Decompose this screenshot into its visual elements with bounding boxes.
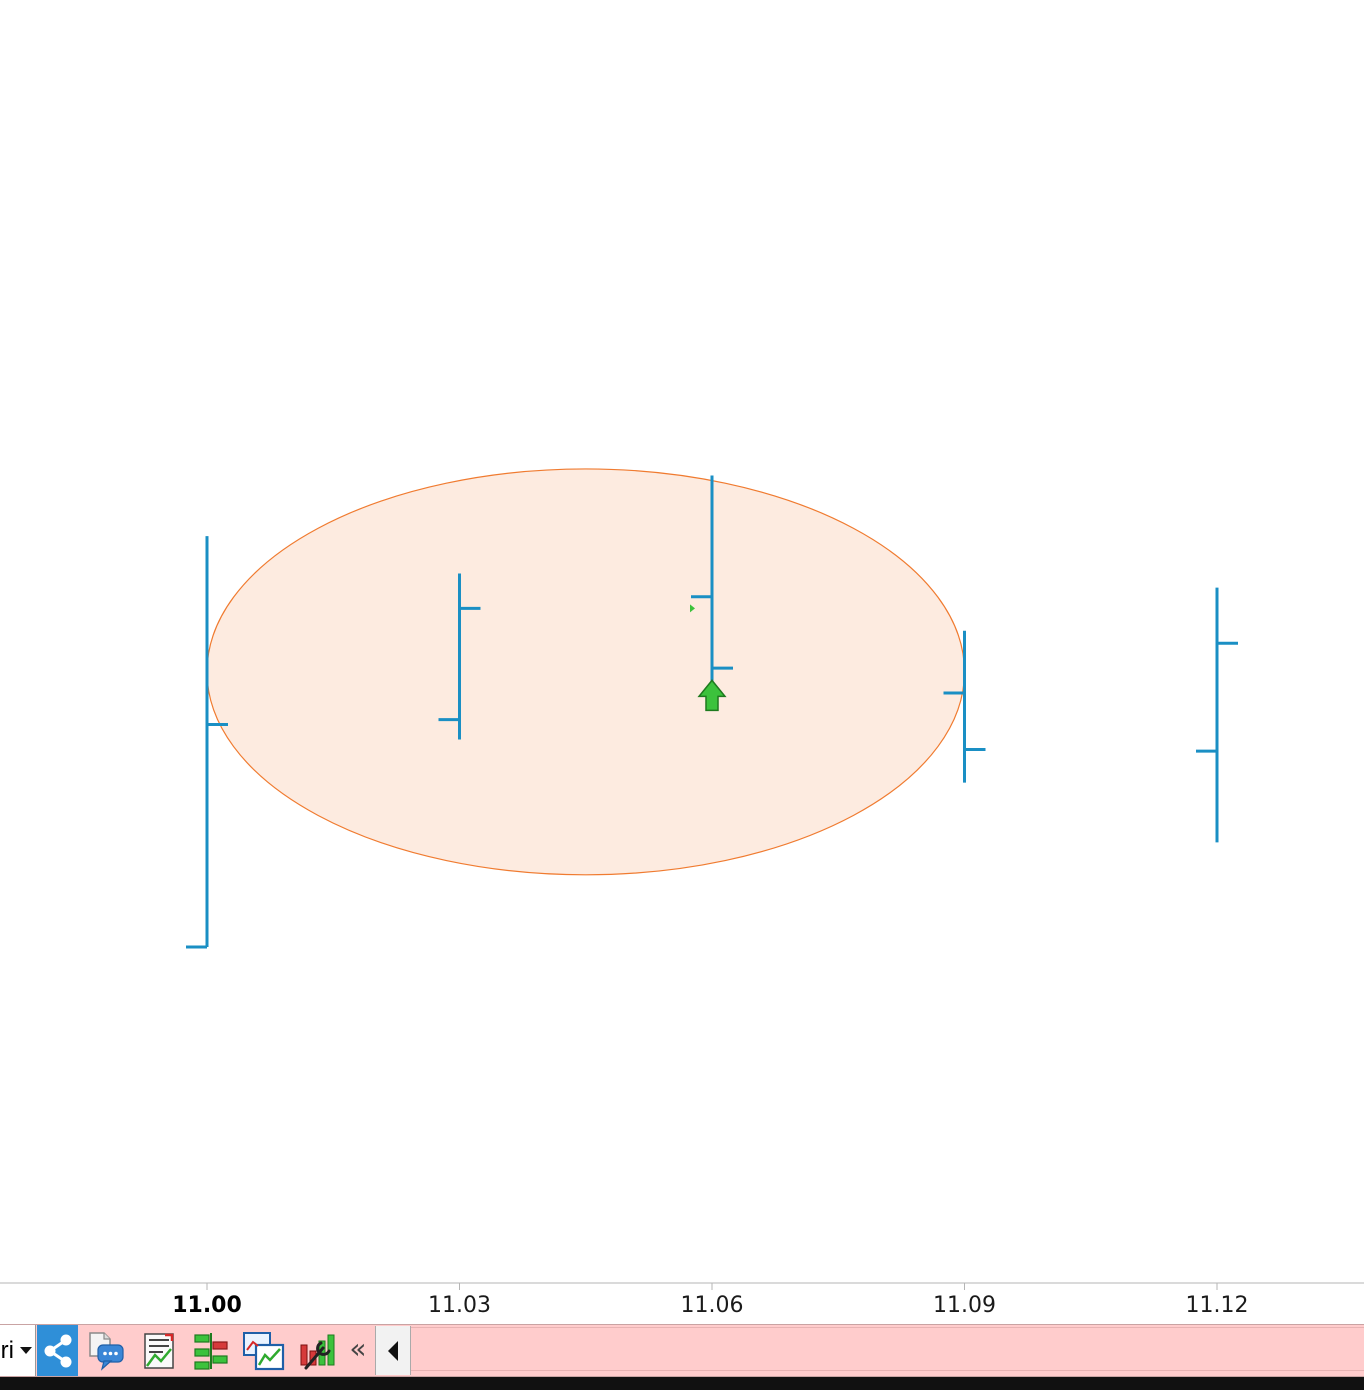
compare-charts-icon <box>243 1331 285 1370</box>
chat-button[interactable] <box>84 1325 128 1376</box>
x-tick-label: 11.09 <box>933 1293 996 1318</box>
x-tick-label: 11.00 <box>172 1293 242 1318</box>
ohlc-chart[interactable]: 11.00 11.03 11.06 11.09 11.12 <box>0 0 1364 1320</box>
chevron-down-icon <box>20 1347 32 1354</box>
report-icon <box>144 1332 174 1369</box>
ohlc-bar <box>186 536 228 949</box>
scroll-left-button[interactable] <box>375 1326 411 1375</box>
annotations-layer <box>206 468 966 876</box>
share-icon <box>44 1334 71 1367</box>
tree-icon <box>194 1332 228 1370</box>
bottom-toolbar: ri « <box>0 1324 1364 1377</box>
taskbar-edge <box>0 1377 1364 1390</box>
x-tick-label: 11.03 <box>428 1293 491 1318</box>
tree-button[interactable] <box>189 1325 233 1376</box>
chat-document-icon <box>89 1331 124 1371</box>
x-tick-label: 11.12 <box>1186 1293 1249 1318</box>
horizontal-scroll-track[interactable] <box>411 1327 1364 1371</box>
ellipse-annotation[interactable] <box>206 468 966 876</box>
tools-icon <box>300 1334 335 1369</box>
compare-charts-button[interactable] <box>241 1325 287 1376</box>
series-selector-dropdown[interactable]: ri <box>0 1325 36 1376</box>
x-axis-ticks: 11.00 11.03 11.06 11.09 11.12 <box>172 1283 1248 1318</box>
collapse-toolbar-button[interactable]: « <box>343 1325 373 1376</box>
ohlc-bar <box>1196 587 1238 843</box>
tools-button[interactable] <box>295 1325 339 1376</box>
x-tick-label: 11.06 <box>681 1293 744 1318</box>
share-button[interactable] <box>37 1325 78 1376</box>
report-button[interactable] <box>137 1325 181 1376</box>
caret-left-icon <box>388 1340 398 1361</box>
series-selector-text: ri <box>0 1336 14 1364</box>
